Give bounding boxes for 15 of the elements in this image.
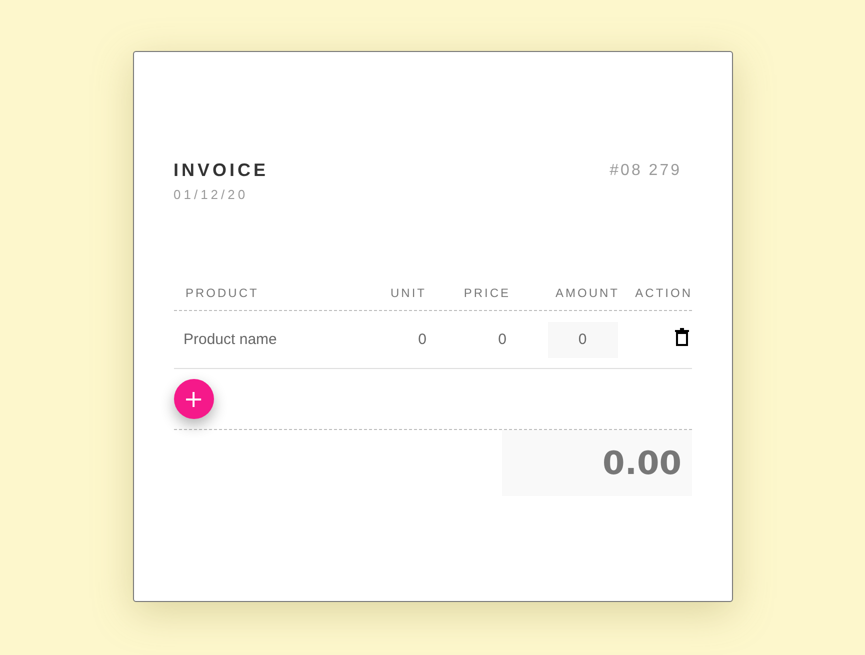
invoice-number: #08 279 [610, 162, 682, 180]
product-cell-text: Product name [182, 331, 278, 348]
price-cell-text: 0 [497, 331, 508, 348]
column-header: PRICE [462, 286, 510, 300]
add-button[interactable]: + [174, 379, 214, 419]
column-header: UNIT [390, 286, 428, 300]
invoice-title: INVOICE [174, 160, 269, 181]
unit-cell-text: 0 [417, 331, 428, 348]
amount-cell: 0 [548, 322, 618, 358]
total-amount: 0.00 [502, 430, 692, 496]
invoice-date: 01/12/20 [174, 187, 250, 202]
column-header: ACTION [634, 286, 692, 300]
column-header: AMOUNT [554, 286, 620, 300]
column-header: PRODUCT [184, 286, 260, 300]
trash-icon[interactable] [674, 328, 688, 346]
